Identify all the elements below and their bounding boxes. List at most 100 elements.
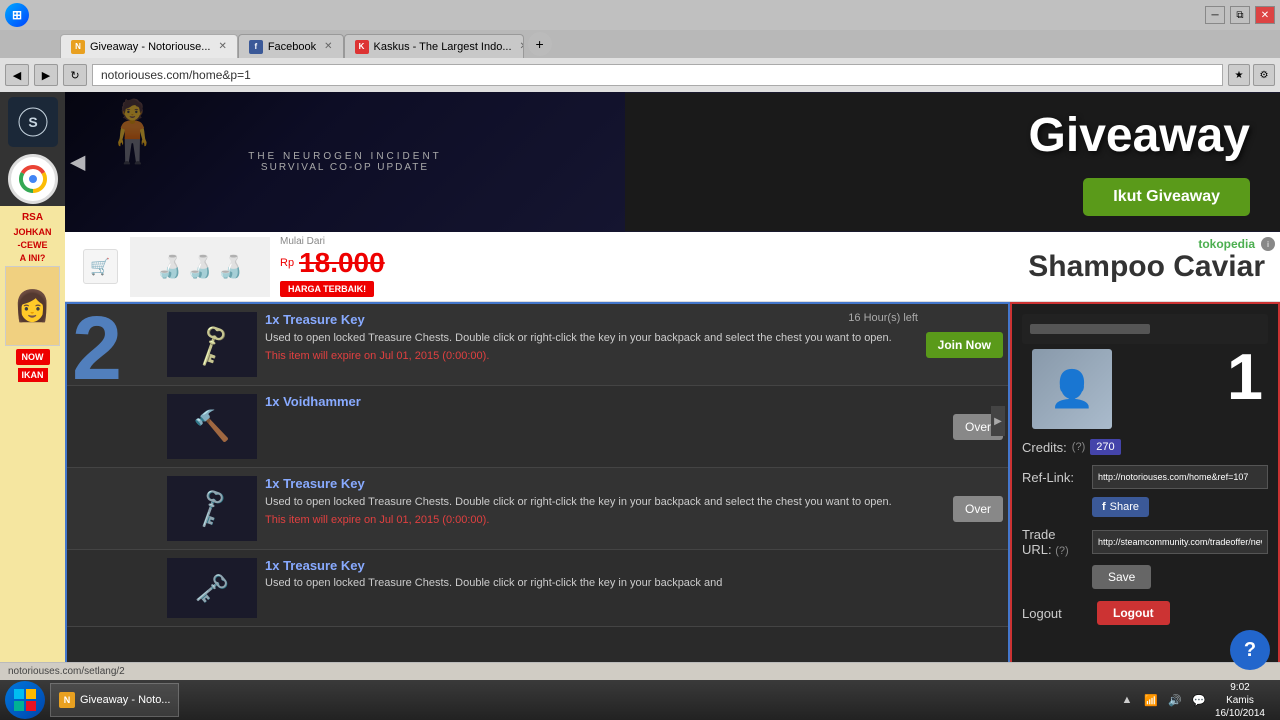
tab-giveaway[interactable]: N Giveaway - Notoriouse... ✕ — [60, 34, 238, 58]
share-label: Share — [1110, 501, 1139, 513]
ad-price-row: Rp 18.000 — [280, 247, 1018, 279]
forward-button[interactable]: ▶ — [34, 64, 58, 86]
join-now-button[interactable]: Join Now — [926, 332, 1003, 358]
item-card-1: 🔨 1x Voidhammer Over — [67, 386, 1008, 468]
clock-day: Kamis — [1226, 694, 1254, 707]
volume-icon[interactable]: 🔊 — [1167, 692, 1183, 708]
browser-chrome: ⊞ ─ ⧉ ✕ N Giveaway - Notoriouse... ✕ f F… — [0, 0, 1280, 92]
ad-price-info: Mulai Dari Rp 18.000 HARGA TERBAIK! — [280, 236, 1018, 297]
browser-extension-icon[interactable]: ⚙ — [1253, 64, 1275, 86]
trade-help: (?) — [1055, 545, 1068, 557]
items-panel: 2 🗝️ 1x Treasure Key Used to open locked… — [65, 302, 1010, 720]
giveaway-header-section: Giveaway Ikut Giveaway — [625, 93, 1280, 231]
sidebar-advertisement: RSA JOHKAN -CEWE A INI? 👩 NOW IKAN — [0, 206, 65, 720]
new-tab-button[interactable]: + — [528, 32, 552, 56]
banner-prev-arrow[interactable]: ◀ — [70, 150, 85, 175]
sidebar-ad-fish-button[interactable]: IKAN — [18, 368, 48, 382]
trade-url-input[interactable] — [1092, 530, 1268, 554]
soldier-image: 🧍 — [95, 102, 195, 222]
credits-help: (?) — [1072, 441, 1085, 453]
url-text: notoriouses.com/home&p=1 — [101, 68, 251, 82]
tab-facebook[interactable]: f Facebook ✕ — [238, 34, 344, 58]
tab-favicon-giveaway: N — [71, 40, 85, 54]
sidebar-ad-text2: JOHKAN — [13, 227, 51, 237]
ad-product-name: Shampoo Caviar — [1028, 250, 1265, 284]
page-wrapper: S RSA JOHKAN -CEWE A INI? 👩 NOW — [0, 92, 1280, 720]
item-card-3: 🗝️ 1x Treasure Key Used to open locked T… — [67, 550, 1008, 627]
item-image-2: 🗝️ — [167, 476, 257, 541]
tokopedia-ad-banner: 🛒 🍶🍶🍶 Mulai Dari Rp 18.000 HARGA TERBAIK… — [65, 232, 1280, 302]
chrome-icon[interactable] — [8, 154, 58, 204]
item-name-3: 1x Treasure Key — [265, 558, 1000, 573]
tab-kaskus[interactable]: K Kaskus - The Largest Indo... ✕ — [344, 34, 524, 58]
start-button[interactable] — [5, 681, 45, 719]
item-name-2: 1x Treasure Key — [265, 476, 1000, 491]
restore-button[interactable]: ⧉ — [1230, 6, 1250, 24]
system-tray: ▲ 📶 🔊 💬 9:02 Kamis 16/10/2014 — [1119, 681, 1275, 720]
tokopedia-logo: tokopedia — [1198, 237, 1255, 251]
item-info-1: 1x Voidhammer — [265, 394, 1000, 413]
windows-logo[interactable]: ⊞ — [5, 3, 29, 27]
sidebar-ad-image: 👩 — [5, 266, 60, 346]
ad-cta-button[interactable]: HARGA TERBAIK! — [280, 281, 374, 297]
reflink-row: Ref-Link: — [1022, 465, 1268, 489]
svg-text:S: S — [28, 114, 37, 130]
credits-badge: 270 — [1090, 439, 1120, 455]
taskbar-browser-item[interactable]: N Giveaway - Noto... — [50, 683, 179, 717]
url-input[interactable]: notoriouses.com/home&p=1 — [92, 64, 1223, 86]
item-desc-2: Used to open locked Treasure Chests. Dou… — [265, 495, 1000, 510]
address-bar-icons: ★ ⚙ — [1228, 64, 1275, 86]
sidebar-ad-text1: RSA — [22, 211, 43, 224]
steam-icon[interactable]: S — [8, 97, 58, 147]
arrow-up-icon[interactable]: ▲ — [1119, 692, 1135, 708]
tab-close-giveaway[interactable]: ✕ — [218, 41, 226, 52]
network-icon[interactable]: 📶 — [1143, 692, 1159, 708]
title-bar: ⊞ ─ ⧉ ✕ — [0, 0, 1280, 30]
credits-label: Credits: — [1022, 440, 1067, 455]
header-banner: 🧍 THE NEUROGEN INCIDENT SURVIVAL CO-OP U… — [65, 92, 1280, 232]
window-controls: ─ ⧉ ✕ — [1205, 6, 1275, 24]
taskbar-browser-favicon: N — [59, 692, 75, 708]
system-clock: 9:02 Kamis 16/10/2014 — [1215, 681, 1265, 720]
back-button[interactable]: ◀ — [5, 64, 29, 86]
item-name-1: 1x Voidhammer — [265, 394, 1000, 409]
clock-date: 16/10/2014 — [1215, 707, 1265, 720]
banner-text: THE NEUROGEN INCIDENT SURVIVAL CO-OP UPD… — [248, 151, 442, 173]
item-info-2: 1x Treasure Key Used to open locked Trea… — [265, 476, 1000, 526]
save-button[interactable]: Save — [1092, 565, 1151, 589]
banner-sub-text: SURVIVAL CO-OP UPDATE — [248, 162, 442, 173]
avatar-image: 👤 — [1032, 349, 1112, 429]
facebook-share-button[interactable]: f Share — [1092, 497, 1149, 517]
left-sidebar: S RSA JOHKAN -CEWE A INI? 👩 NOW — [0, 92, 65, 720]
help-button[interactable]: ? — [1230, 630, 1270, 670]
item-card-0: 🗝️ 1x Treasure Key Used to open locked T… — [67, 304, 1008, 386]
close-button[interactable]: ✕ — [1255, 6, 1275, 24]
refresh-button[interactable]: ↻ — [63, 64, 87, 86]
tab-label-kaskus: Kaskus - The Largest Indo... — [374, 41, 512, 53]
over-button-2[interactable]: Over — [953, 496, 1003, 522]
scroll-arrow[interactable]: ▶ — [991, 406, 1005, 436]
taskbar-items: N Giveaway - Noto... — [50, 683, 179, 717]
minimize-button[interactable]: ─ — [1205, 6, 1225, 24]
ikut-giveaway-button[interactable]: Ikut Giveaway — [1083, 178, 1250, 216]
reflink-input[interactable] — [1092, 465, 1268, 489]
chat-icon[interactable]: 💬 — [1191, 692, 1207, 708]
address-bar: ◀ ▶ ↻ notoriouses.com/home&p=1 ★ ⚙ — [0, 58, 1280, 92]
item-card-2: 🗝️ 1x Treasure Key Used to open locked T… — [67, 468, 1008, 550]
star-icon[interactable]: ★ — [1228, 64, 1250, 86]
sidebar-ad-text4: A INI? — [20, 253, 46, 263]
tab-label-giveaway: Giveaway - Notoriouse... — [90, 41, 210, 53]
logout-button[interactable]: Logout — [1097, 601, 1170, 625]
steam-logo: S — [17, 106, 49, 138]
item-image-0: 🗝️ — [167, 312, 257, 377]
sidebar-ad-now-button[interactable]: NOW — [16, 349, 50, 365]
ad-product-image: 🍶🍶🍶 — [130, 237, 270, 297]
tab-close-facebook[interactable]: ✕ — [324, 41, 332, 52]
tab-close-kaskus[interactable]: ✕ — [520, 41, 524, 52]
ad-info-icon[interactable]: i — [1261, 237, 1275, 251]
sidebar-ad-text3: -CEWE — [18, 240, 48, 250]
save-row: Save — [1092, 565, 1268, 589]
facebook-icon: f — [1102, 501, 1106, 513]
item-desc-0: Used to open locked Treasure Chests. Dou… — [265, 331, 1000, 346]
credits-row: Credits: (?) 270 — [1022, 439, 1268, 455]
